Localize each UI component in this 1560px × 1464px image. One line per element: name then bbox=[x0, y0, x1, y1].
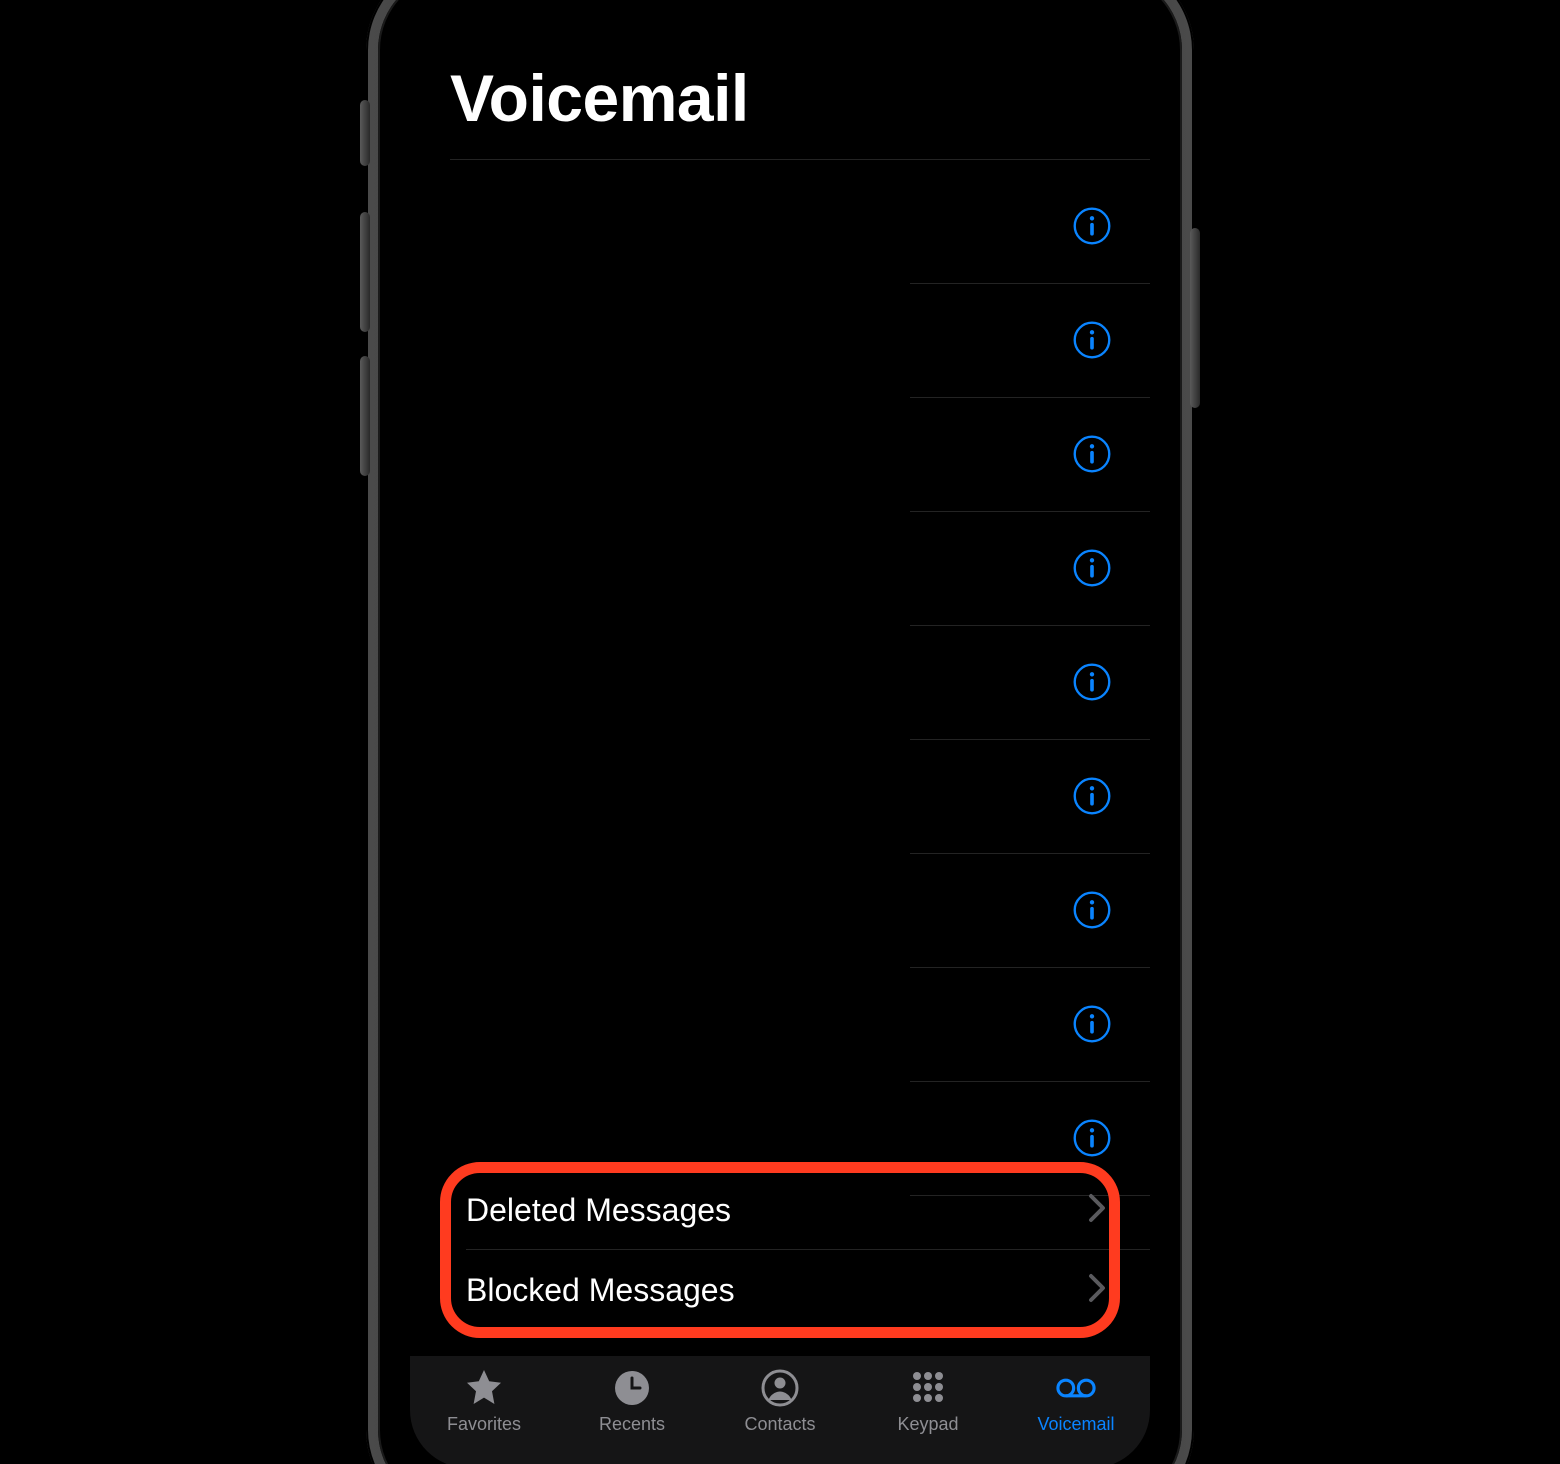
page-title: Voicemail bbox=[450, 60, 1110, 136]
info-button[interactable] bbox=[1072, 435, 1112, 475]
tab-recents[interactable]: Recents bbox=[558, 1366, 706, 1464]
screenshot-stage: Voicemail Deleted Messages Blocked Messa… bbox=[0, 0, 1560, 1464]
chevron-right-icon bbox=[1088, 1273, 1106, 1308]
voicemail-icon bbox=[1054, 1366, 1098, 1410]
deleted-messages-row[interactable]: Deleted Messages bbox=[410, 1170, 1150, 1250]
phone-bezel: Voicemail Deleted Messages Blocked Messa… bbox=[378, 0, 1182, 1464]
power-button[interactable] bbox=[1190, 228, 1200, 408]
voicemail-extra-sections: Deleted Messages Blocked Messages bbox=[410, 1170, 1150, 1330]
deleted-messages-label: Deleted Messages bbox=[466, 1192, 1088, 1229]
phone-frame: Voicemail Deleted Messages Blocked Messa… bbox=[366, 0, 1194, 1464]
info-button[interactable] bbox=[1072, 207, 1112, 247]
tab-keypad-label: Keypad bbox=[897, 1414, 958, 1435]
info-icon bbox=[1072, 776, 1112, 819]
info-icon bbox=[1072, 320, 1112, 363]
voicemail-row[interactable] bbox=[410, 512, 1150, 626]
keypad-icon bbox=[906, 1366, 950, 1410]
screen-header: Voicemail bbox=[410, 12, 1150, 160]
header-separator bbox=[450, 159, 1150, 160]
tab-contacts[interactable]: Contacts bbox=[706, 1366, 854, 1464]
voicemail-row[interactable] bbox=[410, 170, 1150, 284]
info-button[interactable] bbox=[1072, 777, 1112, 817]
blocked-messages-label: Blocked Messages bbox=[466, 1272, 1088, 1309]
info-icon bbox=[1072, 1004, 1112, 1047]
voicemail-row[interactable] bbox=[410, 854, 1150, 968]
volume-up-button[interactable] bbox=[360, 212, 370, 332]
voicemail-row[interactable] bbox=[410, 284, 1150, 398]
voicemail-row[interactable] bbox=[410, 398, 1150, 512]
voicemail-list[interactable] bbox=[410, 170, 1150, 1238]
info-button[interactable] bbox=[1072, 891, 1112, 931]
info-button[interactable] bbox=[1072, 549, 1112, 589]
info-icon bbox=[1072, 1118, 1112, 1161]
info-icon bbox=[1072, 434, 1112, 477]
info-icon bbox=[1072, 206, 1112, 249]
voicemail-row[interactable] bbox=[410, 740, 1150, 854]
info-icon bbox=[1072, 662, 1112, 705]
tab-keypad[interactable]: Keypad bbox=[854, 1366, 1002, 1464]
person-circle-icon bbox=[758, 1366, 802, 1410]
blocked-messages-row[interactable]: Blocked Messages bbox=[410, 1250, 1150, 1330]
tab-voicemail-label: Voicemail bbox=[1037, 1414, 1114, 1435]
phone-screen: Voicemail Deleted Messages Blocked Messa… bbox=[410, 12, 1150, 1464]
star-icon bbox=[462, 1366, 506, 1410]
tab-favorites[interactable]: Favorites bbox=[410, 1366, 558, 1464]
tab-contacts-label: Contacts bbox=[744, 1414, 815, 1435]
voicemail-row[interactable] bbox=[410, 968, 1150, 1082]
tab-favorites-label: Favorites bbox=[447, 1414, 521, 1435]
info-button[interactable] bbox=[1072, 321, 1112, 361]
silence-switch[interactable] bbox=[360, 100, 370, 166]
clock-icon bbox=[610, 1366, 654, 1410]
info-icon bbox=[1072, 890, 1112, 933]
info-icon bbox=[1072, 548, 1112, 591]
info-button[interactable] bbox=[1072, 663, 1112, 703]
tab-bar: Favorites Recents Contacts bbox=[410, 1356, 1150, 1464]
info-button[interactable] bbox=[1072, 1005, 1112, 1045]
tab-recents-label: Recents bbox=[599, 1414, 665, 1435]
volume-down-button[interactable] bbox=[360, 356, 370, 476]
info-button[interactable] bbox=[1072, 1119, 1112, 1159]
tab-voicemail[interactable]: Voicemail bbox=[1002, 1366, 1150, 1464]
chevron-right-icon bbox=[1088, 1193, 1106, 1228]
voicemail-row[interactable] bbox=[410, 626, 1150, 740]
